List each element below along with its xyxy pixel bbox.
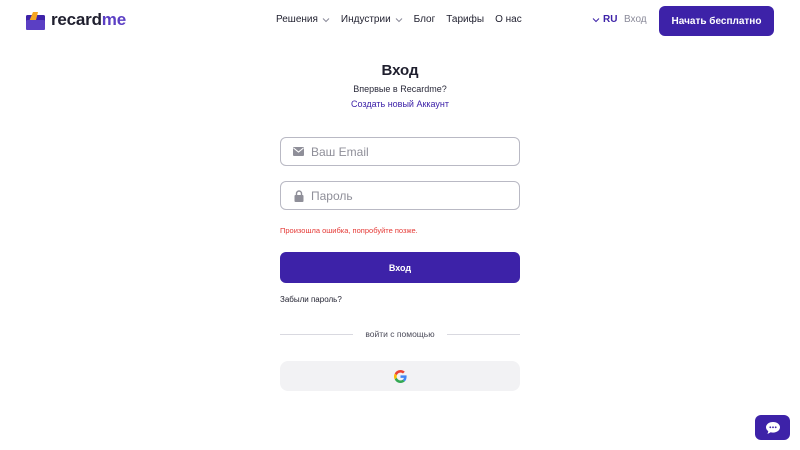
start-free-button[interactable]: Начать бесплатно bbox=[659, 6, 774, 36]
divider-line bbox=[446, 333, 520, 335]
chevron-down-icon bbox=[395, 17, 403, 22]
forgot-password-link[interactable]: Забыли пароль? bbox=[280, 295, 342, 304]
logo-wordmark: recardme bbox=[51, 10, 126, 30]
google-login-button[interactable] bbox=[280, 361, 520, 391]
password-field[interactable] bbox=[280, 181, 520, 210]
envelope-icon bbox=[293, 146, 304, 157]
logo-text-accent: me bbox=[101, 10, 126, 29]
nav-item-pricing[interactable]: Тарифы bbox=[446, 14, 484, 25]
logo-mark-icon bbox=[26, 12, 45, 30]
nav-label: Тарифы bbox=[446, 14, 485, 25]
password-input[interactable] bbox=[311, 188, 501, 203]
divider-text: войти с помощью bbox=[365, 329, 435, 339]
top-navigation-bar: recardme Решения Индустрии Блог Тарифы О… bbox=[0, 0, 800, 42]
nav-label: Индустрии bbox=[340, 14, 391, 25]
language-selector[interactable]: RU bbox=[592, 14, 617, 25]
nav-item-about[interactable]: О нас bbox=[495, 14, 522, 25]
page-title: Вход bbox=[381, 62, 419, 79]
signup-prompt-text: Впервые в Recardme? bbox=[353, 84, 447, 94]
nav-label: О нас bbox=[495, 14, 522, 25]
google-icon bbox=[393, 369, 407, 383]
chat-widget-button[interactable] bbox=[755, 415, 790, 440]
lock-icon bbox=[293, 189, 304, 202]
nav-item-blog[interactable]: Блог bbox=[414, 14, 436, 25]
nav-item-industries[interactable]: Индустрии bbox=[341, 14, 403, 25]
recardme-logo[interactable]: recardme bbox=[26, 10, 126, 30]
language-code: RU bbox=[603, 14, 618, 25]
create-account-row: Создать новый Аккаунт bbox=[0, 99, 800, 109]
chat-bubble-icon bbox=[765, 421, 780, 434]
divider-line bbox=[280, 333, 354, 335]
email-field[interactable] bbox=[280, 137, 520, 166]
create-account-link[interactable]: Создать новый Аккаунт bbox=[351, 99, 449, 109]
logo-text-main: recard bbox=[51, 10, 102, 29]
nav-label: Решения bbox=[276, 14, 318, 25]
email-input[interactable] bbox=[311, 144, 501, 159]
error-message: Произошла ошибка, попробуйте позже. bbox=[280, 226, 418, 235]
chevron-down-icon bbox=[592, 17, 600, 22]
header-login-link[interactable]: Вход bbox=[624, 14, 647, 25]
main-nav: Решения Индустрии Блог Тарифы О нас bbox=[276, 14, 533, 25]
nav-item-solutions[interactable]: Решения bbox=[276, 14, 330, 25]
nav-label: Блог bbox=[413, 14, 436, 25]
social-login-divider: войти с помощью bbox=[280, 328, 520, 340]
chevron-down-icon bbox=[322, 17, 330, 22]
login-submit-button[interactable]: Вход bbox=[280, 252, 520, 283]
